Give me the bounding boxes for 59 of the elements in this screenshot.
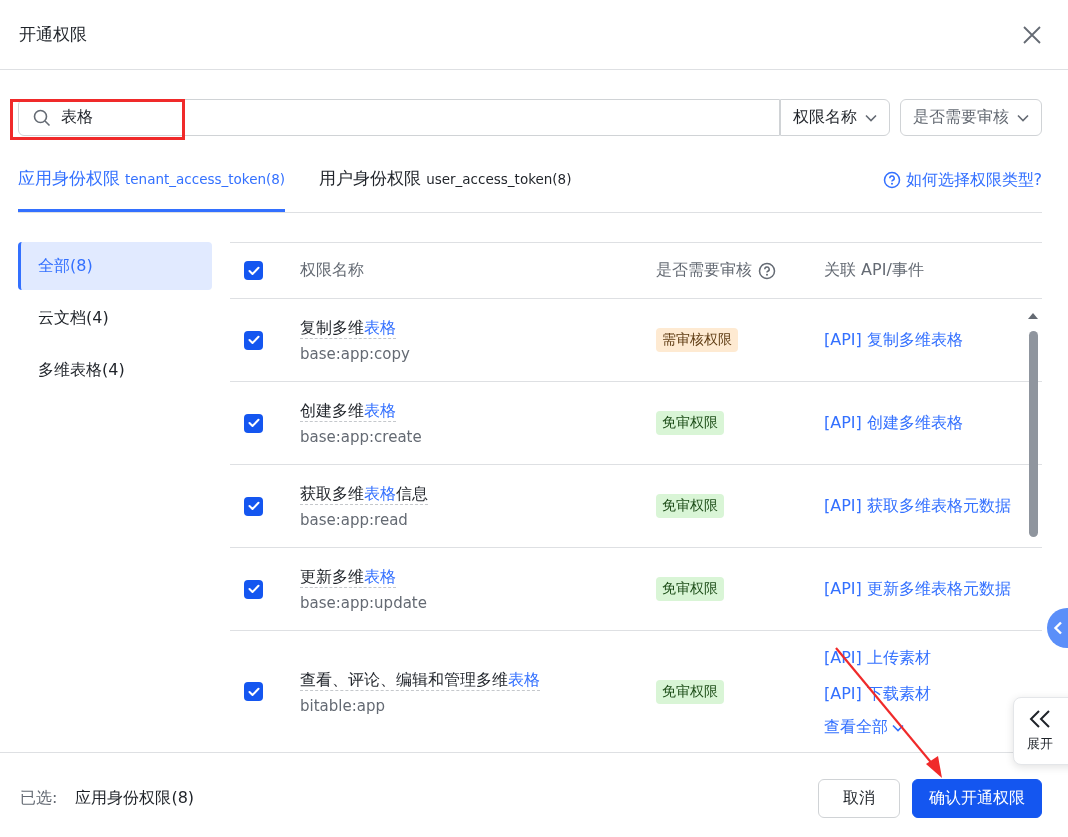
sidebar-item[interactable]: 多维表格(4) xyxy=(18,346,212,394)
column-header: 是否需要审核 xyxy=(656,260,752,281)
permission-name: 创建多维表格 xyxy=(300,400,396,422)
chevron-down-icon xyxy=(892,723,904,732)
checkmark-icon xyxy=(247,686,260,697)
checkmark-icon xyxy=(247,265,260,276)
checkbox[interactable] xyxy=(244,579,263,599)
chevron-left-icon xyxy=(1053,621,1063,635)
permission-scope: base:app:update xyxy=(300,594,427,612)
filter-dropdown[interactable]: 权限名称 xyxy=(780,99,890,136)
sidebar-item[interactable]: 全部(8) xyxy=(18,242,212,290)
permission-scope: base:app:read xyxy=(300,511,408,529)
dialog-title: 开通权限 xyxy=(19,23,87,46)
review-tag: 免审权限 xyxy=(656,494,724,518)
help-icon xyxy=(882,171,901,189)
sidebar-item[interactable]: 云文档(4) xyxy=(18,294,212,342)
api-link[interactable]: [API] 获取多维表格元数据 xyxy=(824,493,1014,519)
selected-value: 应用身份权限(8) xyxy=(75,787,195,809)
checkbox[interactable] xyxy=(244,413,263,433)
checkbox[interactable] xyxy=(244,496,263,516)
permission-scope: base:app:copy xyxy=(300,345,410,363)
review-tag: 免审权限 xyxy=(656,679,724,704)
tab[interactable]: 用户身份权限 user_access_token(8) xyxy=(319,148,572,212)
permission-scope: bitable:app xyxy=(300,696,385,715)
column-header: 权限名称 xyxy=(300,260,364,281)
checkmark-icon xyxy=(247,335,260,345)
help-icon xyxy=(758,261,776,280)
selected-label: 已选: xyxy=(20,787,58,809)
permission-name: 更新多维表格 xyxy=(300,566,396,588)
chevron-down-icon xyxy=(1017,113,1029,122)
tab[interactable]: 应用身份权限 tenant_access_token(8) xyxy=(18,148,286,212)
permission-scope: base:app:create xyxy=(300,428,422,446)
column-header: 关联 API/事件 xyxy=(824,260,924,281)
checkmark-icon xyxy=(247,501,260,511)
review-tag: 需审核权限 xyxy=(656,328,738,352)
review-tag: 免审权限 xyxy=(656,577,724,601)
permission-name: 获取多维表格信息 xyxy=(300,483,428,505)
close-icon[interactable] xyxy=(1022,24,1042,45)
checkmark-icon xyxy=(247,418,260,428)
confirm-button[interactable]: 确认开通权限 xyxy=(912,778,1042,818)
help-link[interactable]: 如何选择权限类型? xyxy=(882,148,1042,212)
double-chevron-left-icon xyxy=(1028,709,1052,729)
api-link[interactable]: [API] 更新多维表格元数据 xyxy=(824,576,1014,602)
api-link[interactable]: [API] 复制多维表格 xyxy=(824,327,1014,353)
search-icon xyxy=(33,109,51,127)
api-link[interactable]: [API] 创建多维表格 xyxy=(824,410,1014,436)
checkmark-icon xyxy=(247,584,260,594)
expand-button[interactable]: 展开 xyxy=(1013,697,1068,765)
permission-name: 查看、评论、编辑和管理多维表格 xyxy=(300,668,540,691)
checkbox[interactable] xyxy=(244,330,263,350)
checkbox[interactable] xyxy=(244,261,263,280)
checkbox[interactable] xyxy=(244,682,263,701)
cancel-button[interactable]: 取消 xyxy=(818,778,900,818)
view-all-link[interactable]: 查看全部 xyxy=(824,717,1014,738)
search-field[interactable]: 表格 xyxy=(18,99,780,136)
chevron-down-icon xyxy=(865,113,877,122)
filter-dropdown[interactable]: 是否需要审核 xyxy=(900,99,1042,136)
review-tag: 免审权限 xyxy=(656,411,724,435)
permission-name: 复制多维表格 xyxy=(300,317,396,339)
